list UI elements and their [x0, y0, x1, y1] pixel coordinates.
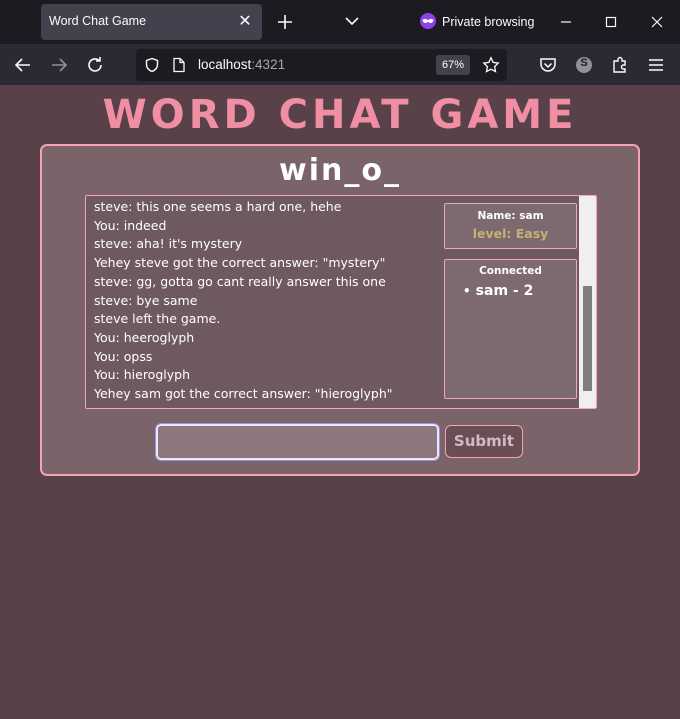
player-level: level: Easy: [472, 226, 549, 241]
back-arrow-icon[interactable]: [12, 54, 34, 76]
connected-user: sam - 2: [463, 283, 576, 299]
chat-message: steve left the game.: [94, 311, 221, 327]
zoom-level-badge[interactable]: 67%: [436, 55, 470, 75]
chat-message: You: indeed: [94, 217, 167, 233]
forward-arrow-icon[interactable]: [48, 54, 70, 76]
pocket-icon[interactable]: [537, 54, 559, 76]
word-hint: win_o_: [279, 153, 401, 188]
browser-nav-bar: localhost:4321 67% S: [0, 44, 680, 85]
chat-message: steve: this one seems a hard one, hehe: [94, 199, 342, 214]
minimize-window-icon[interactable]: [554, 10, 578, 34]
chat-log: steve: this one seems a hard one, hehe Y…: [94, 198, 439, 404]
url-text: localhost:4321: [198, 57, 286, 72]
browser-tab-bar: Word Chat Game ✕ Private browsing: [0, 0, 680, 44]
page-title: WORD CHAT GAME: [102, 92, 578, 138]
tab-title: Word Chat Game: [49, 14, 147, 28]
chat-message: steve: aha! it's mystery: [94, 236, 243, 252]
tab-list-chevron-down-icon[interactable]: [343, 12, 361, 30]
bookmark-star-icon[interactable]: [482, 56, 500, 74]
maximize-window-icon[interactable]: [599, 10, 623, 34]
new-tab-icon[interactable]: [275, 11, 295, 33]
browser-tab[interactable]: Word Chat Game ✕: [41, 4, 262, 40]
chat-message: steve: bye same: [94, 292, 198, 308]
chat-message: Yehey steve got the correct answer: "mys…: [94, 255, 386, 271]
chat-scrollbar[interactable]: [579, 196, 596, 408]
extensions-puzzle-icon[interactable]: [609, 54, 631, 76]
close-tab-icon[interactable]: ✕: [236, 12, 254, 30]
private-browsing-label: Private browsing: [442, 15, 535, 29]
connected-users-card: Connected sam - 2: [444, 259, 577, 399]
connected-title: Connected: [479, 265, 542, 277]
chat-message: steve: gg, gotta go cant really answer t…: [94, 273, 386, 289]
reload-icon[interactable]: [84, 54, 106, 76]
private-browsing-mask-icon: [420, 13, 436, 29]
chat-message: Yehey sam got the correct answer: "hiero…: [94, 386, 393, 402]
connected-list: sam - 2: [445, 283, 576, 299]
player-info-card: Name: sam level: Easy: [444, 203, 577, 249]
game-panel: win_o_ steve: this one seems a hard one,…: [40, 144, 640, 476]
chat-message: You: opss: [94, 348, 153, 364]
submit-button[interactable]: Submit: [445, 425, 523, 458]
close-window-icon[interactable]: [645, 10, 669, 34]
chat-area[interactable]: steve: this one seems a hard one, hehe Y…: [85, 195, 597, 409]
hamburger-menu-icon[interactable]: [645, 54, 667, 76]
address-bar[interactable]: localhost:4321 67%: [136, 49, 507, 81]
account-avatar-icon[interactable]: S: [573, 54, 595, 76]
chat-message: You: heeroglyph: [94, 329, 195, 345]
page-document-icon[interactable]: [172, 57, 186, 73]
player-name: Name: sam: [477, 210, 544, 222]
chat-message: You: hieroglyph: [94, 367, 190, 383]
chat-scrollbar-thumb[interactable]: [583, 286, 592, 391]
shield-icon[interactable]: [144, 57, 160, 73]
chat-input[interactable]: [155, 423, 440, 461]
